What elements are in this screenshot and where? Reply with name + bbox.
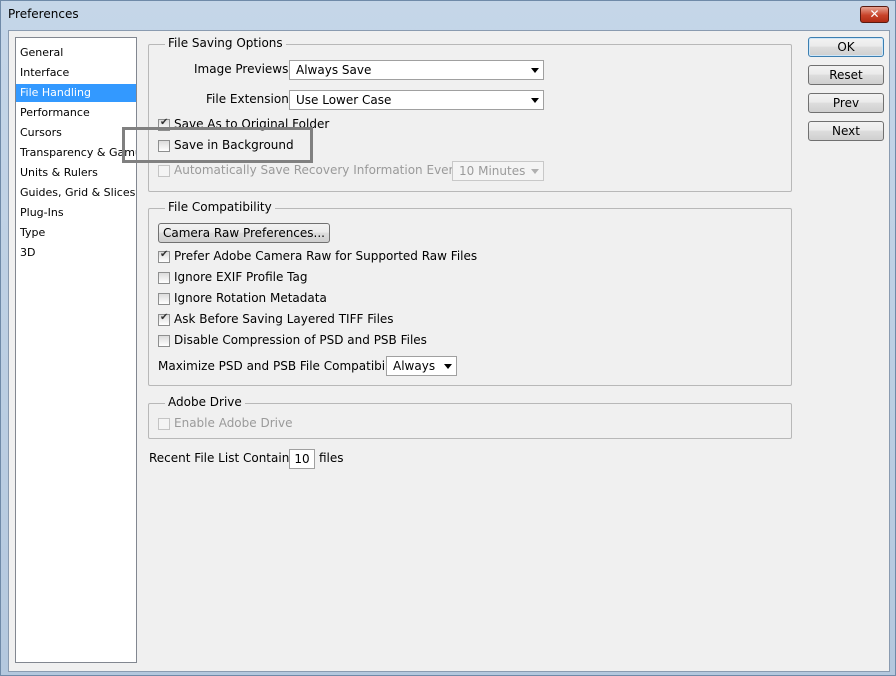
ignore-exif-label: Ignore EXIF Profile Tag: [174, 270, 308, 284]
maximize-compat-label: Maximize PSD and PSB File Compatibility:: [158, 359, 407, 373]
chevron-down-icon: [531, 169, 539, 174]
sidebar-item-interface[interactable]: Interface: [16, 64, 136, 82]
file-extension-select[interactable]: Use Lower Case: [289, 90, 544, 110]
sidebar-item-transparency[interactable]: Transparency & Gamut: [16, 144, 136, 162]
chevron-down-icon: [531, 68, 539, 73]
camera-raw-preferences-button[interactable]: Camera Raw Preferences...: [158, 223, 330, 243]
dialog-client: General Interface File Handling Performa…: [8, 30, 890, 672]
disable-compression-label: Disable Compression of PSD and PSB Files: [174, 333, 427, 347]
adobe-drive-legend: Adobe Drive: [165, 395, 245, 409]
chevron-down-icon: [531, 98, 539, 103]
window-title: Preferences: [8, 7, 79, 21]
highlight-box: [122, 127, 313, 163]
enable-adobe-drive-label: Enable Adobe Drive: [174, 416, 293, 430]
sidebar-item-general[interactable]: General: [16, 44, 136, 62]
ask-layered-tiff-checkbox[interactable]: [158, 312, 170, 326]
sidebar-item-3d[interactable]: 3D: [16, 244, 136, 262]
sidebar-item-plugins[interactable]: Plug-Ins: [16, 204, 136, 222]
disable-compression-checkbox[interactable]: [158, 335, 170, 347]
auto-save-checkbox[interactable]: [158, 165, 170, 177]
prefer-camera-raw-checkbox[interactable]: [158, 249, 170, 263]
recent-files-input[interactable]: 10: [289, 449, 315, 469]
auto-save-interval-value: 10 Minutes: [459, 164, 526, 178]
recent-files-suffix: files: [319, 451, 344, 465]
ok-button[interactable]: OK: [808, 37, 884, 57]
file-saving-legend: File Saving Options: [165, 36, 286, 50]
reset-button[interactable]: Reset: [808, 65, 884, 85]
maximize-compat-value: Always: [393, 359, 436, 373]
file-extension-label: File Extension:: [206, 92, 293, 106]
file-compat-legend: File Compatibility: [165, 200, 275, 214]
sidebar-item-guides-grid[interactable]: Guides, Grid & Slices: [16, 184, 136, 202]
prev-button[interactable]: Prev: [808, 93, 884, 113]
image-previews-label: Image Previews:: [194, 62, 293, 76]
auto-save-label: Automatically Save Recovery Information …: [174, 163, 464, 177]
image-previews-select[interactable]: Always Save: [289, 60, 544, 80]
maximize-compat-select[interactable]: Always: [386, 356, 457, 376]
next-button[interactable]: Next: [808, 121, 884, 141]
chevron-down-icon: [444, 364, 452, 369]
close-icon[interactable]: ✕: [860, 6, 889, 23]
image-previews-value: Always Save: [296, 63, 372, 77]
preferences-window: Preferences ✕ General Interface File Han…: [0, 0, 896, 676]
ignore-rotation-label: Ignore Rotation Metadata: [174, 291, 327, 305]
sidebar-item-cursors[interactable]: Cursors: [16, 124, 136, 142]
ask-layered-tiff-label: Ask Before Saving Layered TIFF Files: [174, 312, 394, 326]
auto-save-interval-select[interactable]: 10 Minutes: [452, 161, 544, 181]
prefer-camera-raw-label: Prefer Adobe Camera Raw for Supported Ra…: [174, 249, 478, 263]
ignore-rotation-checkbox[interactable]: [158, 293, 170, 305]
sidebar-item-file-handling[interactable]: File Handling: [16, 84, 136, 102]
enable-adobe-drive-checkbox[interactable]: [158, 418, 170, 430]
category-list[interactable]: General Interface File Handling Performa…: [15, 37, 137, 663]
sidebar-item-units-rulers[interactable]: Units & Rulers: [16, 164, 136, 182]
title-bar[interactable]: Preferences ✕: [1, 1, 895, 29]
file-extension-value: Use Lower Case: [296, 93, 392, 107]
sidebar-item-type[interactable]: Type: [16, 224, 136, 242]
recent-files-label: Recent File List Contains:: [149, 451, 300, 465]
sidebar-item-performance[interactable]: Performance: [16, 104, 136, 122]
ignore-exif-checkbox[interactable]: [158, 272, 170, 284]
